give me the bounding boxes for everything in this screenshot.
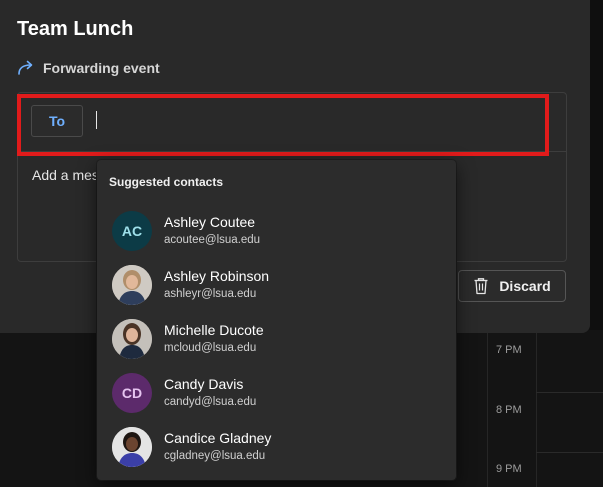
avatar-photo xyxy=(112,319,152,359)
contact-text: Candy Davis candyd@lsua.edu xyxy=(164,376,256,410)
discard-button[interactable]: Discard xyxy=(458,270,566,302)
person-photo-icon xyxy=(112,427,152,467)
to-button[interactable]: To xyxy=(31,105,83,137)
forwarding-indicator: Forwarding event xyxy=(17,60,160,76)
to-row: To xyxy=(18,93,566,152)
calendar-time-label: 9 PM xyxy=(496,463,522,475)
contact-name: Candy Davis xyxy=(164,376,244,392)
recipient-input-caret[interactable] xyxy=(96,111,97,129)
avatar-initials: AC xyxy=(112,211,152,251)
suggested-contacts-header: Suggested contacts xyxy=(109,175,224,189)
avatar-initials: CD xyxy=(112,373,152,413)
contact-text: Candice Gladney cgladney@lsua.edu xyxy=(164,430,271,464)
contact-text: Michelle Ducote mcloud@lsua.edu xyxy=(164,322,264,356)
contact-item-ashley-robinson[interactable]: Ashley Robinson ashleyr@lsua.edu xyxy=(97,258,456,312)
discard-label: Discard xyxy=(499,278,551,294)
calendar-time-label: 7 PM xyxy=(496,344,522,356)
message-input[interactable]: Add a mes xyxy=(32,167,99,183)
person-photo-icon xyxy=(112,319,152,359)
calendar-time-label: 8 PM xyxy=(496,404,522,416)
contact-email: acoutee@lsua.edu xyxy=(164,234,261,246)
contact-text: Ashley Robinson ashleyr@lsua.edu xyxy=(164,268,269,302)
contact-item-ashley-coutee[interactable]: AC Ashley Coutee acoutee@lsua.edu xyxy=(97,204,456,258)
forwarding-label: Forwarding event xyxy=(43,60,160,76)
calendar-hour-line xyxy=(536,452,603,453)
avatar-photo xyxy=(112,265,152,305)
suggested-contacts-dropdown: Suggested contacts AC Ashley Coutee acou… xyxy=(97,160,456,480)
forward-arrow-icon xyxy=(18,60,33,75)
trash-icon xyxy=(474,278,488,295)
contact-item-michelle-ducote[interactable]: Michelle Ducote mcloud@lsua.edu xyxy=(97,312,456,366)
contact-name: Ashley Robinson xyxy=(164,268,270,284)
contact-name: Candice Gladney xyxy=(164,430,272,446)
contact-name: Ashley Coutee xyxy=(164,214,256,230)
person-photo-icon xyxy=(112,265,152,305)
contact-item-candy-davis[interactable]: CD Candy Davis candyd@lsua.edu xyxy=(97,366,456,420)
contact-text: Ashley Coutee acoutee@lsua.edu xyxy=(164,214,260,248)
contact-email: cgladney@lsua.edu xyxy=(164,450,266,462)
calendar-divider xyxy=(487,330,488,487)
contact-email: candyd@lsua.edu xyxy=(164,396,257,408)
contact-email: ashleyr@lsua.edu xyxy=(164,288,257,300)
calendar-hour-line xyxy=(536,392,603,393)
event-title: Team Lunch xyxy=(17,18,134,40)
contact-name: Michelle Ducote xyxy=(164,322,264,338)
calendar-divider xyxy=(536,330,537,487)
contact-item-candice-gladney[interactable]: Candice Gladney cgladney@lsua.edu xyxy=(97,420,456,474)
avatar-photo xyxy=(112,427,152,467)
contact-email: mcloud@lsua.edu xyxy=(164,342,257,354)
